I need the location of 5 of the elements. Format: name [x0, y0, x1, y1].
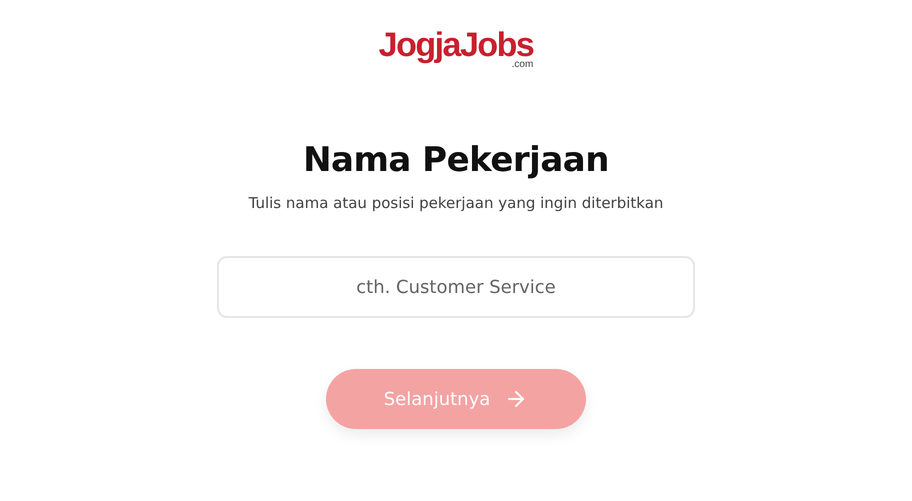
page-subtitle: Tulis nama atau posisi pekerjaan yang ingin diterbitkan [248, 194, 664, 212]
job-title-field[interactable]: cth. Customer Service [217, 256, 695, 318]
page-heading: Nama Pekerjaan [303, 140, 609, 180]
logo-name: JogjaJobs [378, 28, 534, 62]
logo-suffix: .com [512, 60, 534, 70]
